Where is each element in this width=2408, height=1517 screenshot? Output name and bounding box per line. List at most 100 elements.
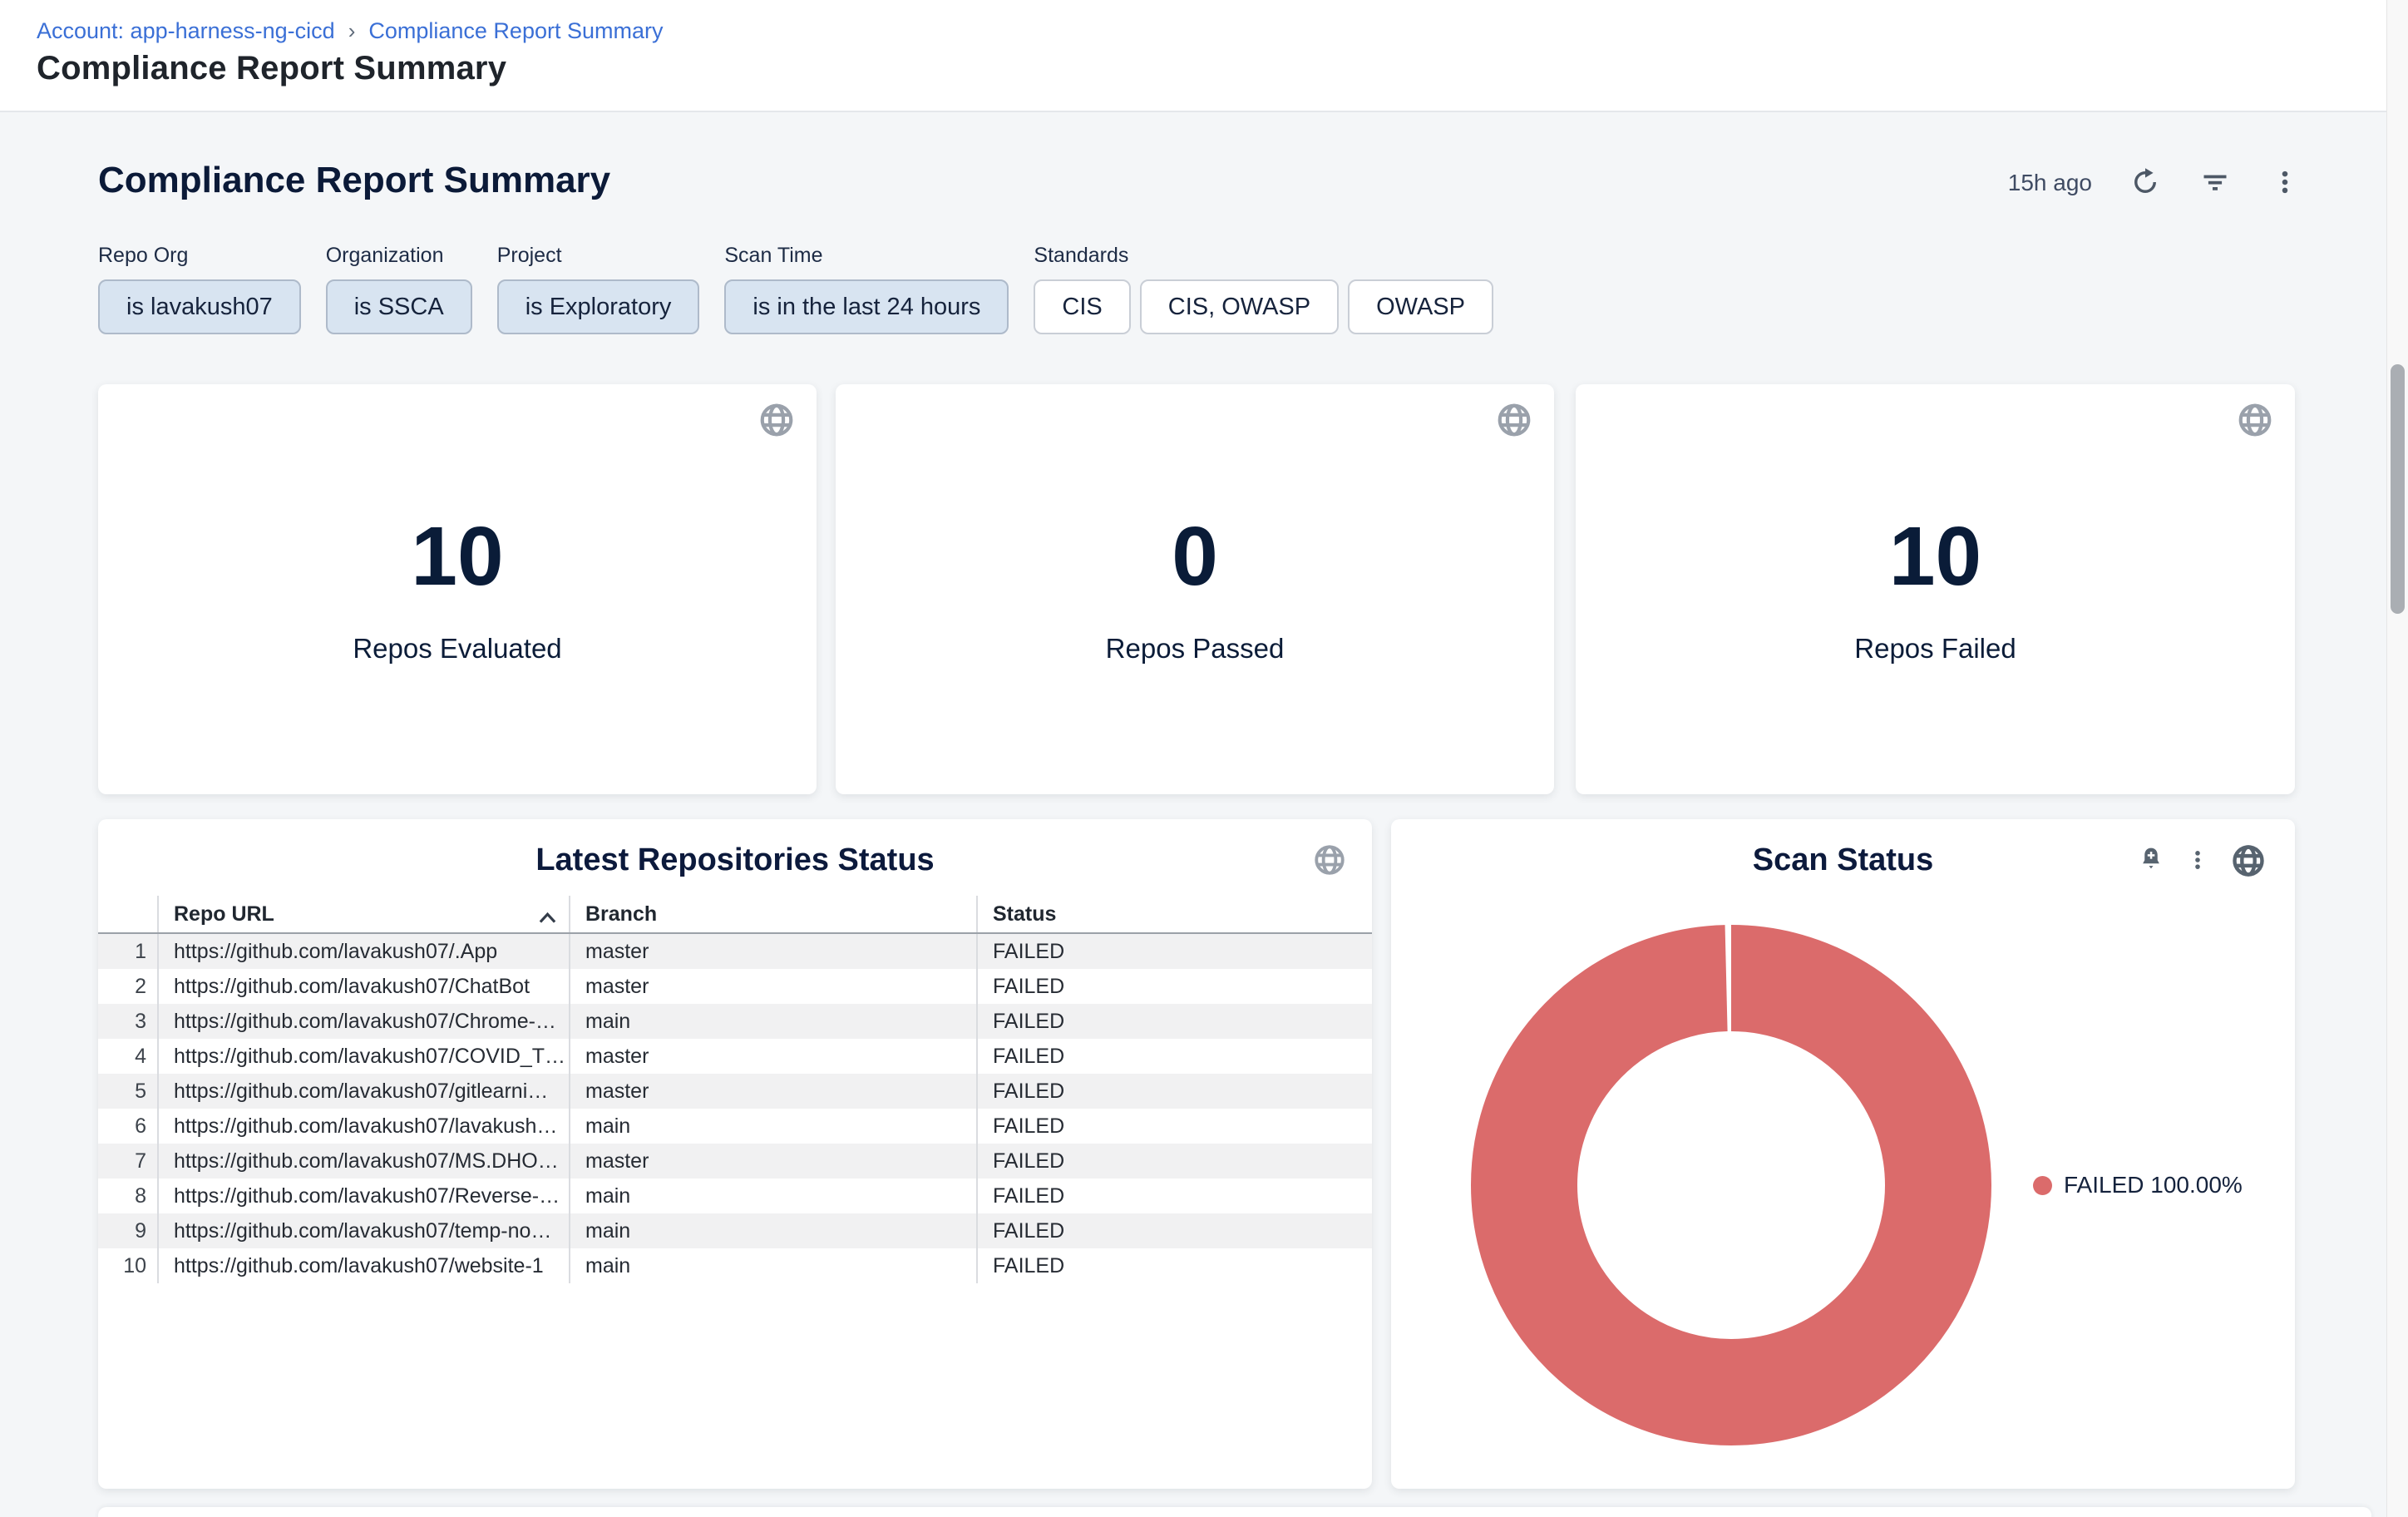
stat-value: 0 [1172,515,1218,598]
stat-card-repos-failed: 10 Repos Failed [1576,384,2295,794]
branch-cell: master [569,1074,976,1109]
row-number: 7 [98,1144,157,1179]
repo-url-cell: https://github.com/lavakush07/ChatBot [157,969,569,1004]
branch-cell: master [569,969,976,1004]
filter-chip-organization[interactable]: is SSCA [326,279,472,334]
branch-cell: main [569,1213,976,1248]
kebab-menu-icon [2186,846,2209,877]
table-row: 3 https://github.com/lavakush07/Chrome-…… [98,1004,1372,1039]
branch-cell: master [569,1144,976,1179]
stat-label: Repos Passed [1106,633,1285,665]
bell-plus-icon [2138,844,2164,878]
column-header-repo-url[interactable]: Repo URL [157,896,569,932]
status-cell: FAILED [976,1179,1372,1213]
status-cell: FAILED [976,1074,1372,1109]
latest-repositories-status-card: Latest Repositories Status Repo URL Bran… [98,819,1372,1489]
last-updated-label: 15h ago [2008,170,2092,196]
page-title: Compliance Report Summary [37,50,506,87]
table-row: 2 https://github.com/lavakush07/ChatBot … [98,969,1372,1004]
filter-group-repo-org: Repo Org is lavakush07 [98,244,301,334]
column-header-status[interactable]: Status [976,896,1372,932]
status-cell: FAILED [976,1004,1372,1039]
status-cell: FAILED [976,934,1372,969]
filter-chip-standards-owasp[interactable]: OWASP [1348,279,1493,334]
status-cell: FAILED [976,1248,1372,1283]
branch-cell: main [569,1248,976,1283]
table-header-row: Repo URL Branch Status [98,896,1372,934]
alert-bell-button[interactable] [2137,844,2165,877]
refresh-icon [2130,167,2160,200]
table-row: 8 https://github.com/lavakush07/Reverse-… [98,1179,1372,1213]
table-row: 5 https://github.com/lavakush07/gitlearn… [98,1074,1372,1109]
repo-url-cell: https://github.com/lavakush07/gitlearni… [157,1074,569,1109]
top-header: Account: app-harness-ng-cicd › Complianc… [0,0,2408,112]
repo-url-cell: https://github.com/lavakush07/COVID_T… [157,1039,569,1074]
filter-chip-standards-cis-owasp[interactable]: CIS, OWASP [1140,279,1339,334]
branch-cell: main [569,1004,976,1039]
row-number: 9 [98,1213,157,1248]
table-row: 6 https://github.com/lavakush07/lavakush… [98,1109,1372,1144]
repositories-table: Repo URL Branch Status 1 https://github.… [98,896,1372,1283]
scan-status-card: Scan Status [1391,819,2295,1489]
vertical-scrollbar-thumb[interactable] [2391,364,2405,614]
refresh-button[interactable] [2129,166,2162,200]
status-cell: FAILED [976,1213,1372,1248]
table-title: Latest Repositories Status [98,819,1372,878]
stat-label: Repos Evaluated [353,633,561,665]
repo-url-cell: https://github.com/lavakush07/MS.DHO… [157,1144,569,1179]
status-cell: FAILED [976,969,1372,1004]
donut-slice-failed[interactable] [1524,978,1938,1392]
filter-label: Standards [1034,244,1493,268]
more-menu-button[interactable] [2268,166,2302,200]
vertical-scrollbar-track[interactable] [2386,0,2408,1517]
breadcrumb-current-link[interactable]: Compliance Report Summary [368,18,663,44]
filter-label: Scan Time [724,244,1009,268]
stat-card-repos-evaluated: 10 Repos Evaluated [98,384,817,794]
branch-cell: master [569,1039,976,1074]
filter-chip-project[interactable]: is Exploratory [497,279,700,334]
breadcrumb-separator: › [348,18,356,44]
row-number: 5 [98,1074,157,1109]
filter-button[interactable] [2198,166,2232,200]
status-cell: FAILED [976,1039,1372,1074]
repo-url-cell: https://github.com/lavakush07/temp-no… [157,1213,569,1248]
row-number: 8 [98,1179,157,1213]
repo-url-cell: https://github.com/lavakush07/.App [157,934,569,969]
filter-label: Project [497,244,700,268]
scan-status-donut-chart [1471,925,1991,1445]
filter-group-scan-time: Scan Time is in the last 24 hours [724,244,1009,334]
branch-cell: master [569,934,976,969]
table-row: 1 https://github.com/lavakush07/.App mas… [98,934,1372,969]
scan-card-actions [2137,844,2267,877]
scan-card-more-button[interactable] [2187,844,2208,877]
repo-url-cell: https://github.com/lavakush07/Chrome-… [157,1004,569,1039]
legend-item-failed[interactable]: FAILED 100.00% [2033,1172,2243,1198]
globe-icon[interactable] [2230,844,2267,877]
filter-label: Repo Org [98,244,301,268]
globe-icon[interactable] [1312,843,1347,882]
status-cell: FAILED [976,1109,1372,1144]
filter-group-project: Project is Exploratory [497,244,700,334]
filter-label: Organization [326,244,472,268]
column-header-branch[interactable]: Branch [569,896,976,932]
row-number: 3 [98,1004,157,1039]
filter-chip-scan-time[interactable]: is in the last 24 hours [724,279,1009,334]
row-number: 10 [98,1248,157,1283]
branch-cell: main [569,1179,976,1213]
filter-bar: Repo Org is lavakush07 Organization is S… [98,244,1493,334]
filter-chip-repo-org[interactable]: is lavakush07 [98,279,301,334]
stat-value: 10 [1889,515,1981,598]
breadcrumb-account-link[interactable]: Account: app-harness-ng-cicd [37,18,335,44]
table-row: 10 https://github.com/lavakush07/website… [98,1248,1372,1283]
table-row: 9 https://github.com/lavakush07/temp-no…… [98,1213,1372,1248]
breadcrumb: Account: app-harness-ng-cicd › Complianc… [37,18,663,44]
repo-url-cell: https://github.com/lavakush07/lavakush… [157,1109,569,1144]
stat-value: 10 [411,515,503,598]
globe-icon[interactable] [2236,401,2274,443]
globe-icon[interactable] [1495,401,1533,443]
filter-icon [2200,167,2230,200]
row-number-header [98,896,157,932]
row-number: 4 [98,1039,157,1074]
filter-chip-standards-cis[interactable]: CIS [1034,279,1130,334]
globe-icon[interactable] [757,401,796,443]
